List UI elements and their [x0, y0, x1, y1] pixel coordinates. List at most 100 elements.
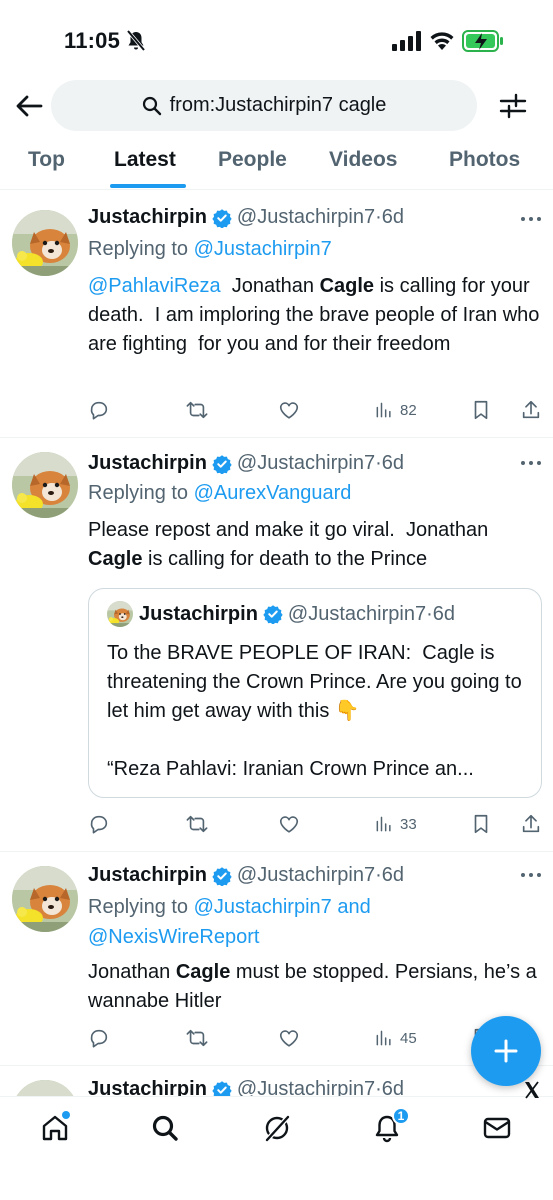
replying-to-2: @NexisWireReport — [88, 926, 259, 949]
reply-icon — [88, 1027, 110, 1049]
tweet-header: Justachirpin @Justachirpin7 · 6d — [88, 206, 404, 229]
quoted-text-paragraph: To the BRAVE PEOPLE OF IRAN: Cagle is th… — [107, 642, 528, 722]
tweet-text: Jonathan Cagle must be stopped. Persians… — [88, 958, 540, 1016]
repost-button[interactable] — [186, 398, 208, 422]
share-button[interactable] — [520, 398, 542, 422]
bookmark-button[interactable] — [470, 812, 492, 836]
replying-to-link[interactable]: @Justachirpin7 and — [194, 896, 371, 918]
views-chart-icon — [374, 814, 394, 834]
avatar[interactable] — [12, 210, 78, 276]
author-name[interactable]: Justachirpin — [88, 206, 207, 229]
signal-icon — [392, 31, 421, 51]
more-options-icon[interactable] — [520, 460, 542, 466]
dot-separator: · — [375, 452, 382, 474]
like-button[interactable] — [278, 398, 300, 422]
back-arrow-icon[interactable] — [14, 92, 44, 120]
quoted-text: To the BRAVE PEOPLE OF IRAN: Cagle is th… — [107, 639, 527, 784]
bookmark-icon — [470, 399, 492, 421]
tab-latest[interactable]: Latest — [114, 148, 176, 172]
search-tabs: Top Latest People Videos Photos — [0, 134, 553, 190]
text-part: Jonathan — [220, 275, 320, 297]
quoted-time: 6d — [432, 602, 455, 625]
reply-button[interactable] — [88, 1026, 110, 1050]
verified-badge-icon — [212, 866, 232, 886]
repost-button[interactable] — [186, 812, 208, 836]
tweet-header: Justachirpin @Justachirpin7 · 6d — [88, 864, 404, 887]
tab-top[interactable]: Top — [28, 148, 65, 172]
filter-settings-icon[interactable] — [498, 91, 528, 121]
more-options-icon[interactable] — [520, 216, 542, 222]
replying-prefix: Replying to — [88, 238, 194, 260]
share-button[interactable] — [520, 812, 542, 836]
more-options-icon[interactable] — [520, 872, 542, 878]
verified-badge-icon — [212, 208, 232, 228]
tweet-1[interactable]: Justachirpin @Justachirpin7 · 6d Replyin… — [0, 192, 553, 438]
replying-to: Replying to @Justachirpin7 and — [88, 896, 371, 919]
replying-to-link[interactable]: @Justachirpin7 — [194, 238, 332, 260]
close-x-icon[interactable] — [522, 1080, 542, 1100]
tweet-time: 6d — [381, 206, 404, 228]
tab-photos[interactable]: Photos — [449, 148, 520, 172]
views-button[interactable]: 82 — [374, 398, 417, 422]
plus-icon — [494, 1039, 518, 1063]
quoted-header: Justachirpin @Justachirpin7 · 6d — [107, 601, 455, 627]
like-button[interactable] — [278, 812, 300, 836]
battery-charging-icon — [462, 30, 503, 52]
repost-icon — [186, 1027, 208, 1049]
replying-prefix: Replying to — [88, 896, 194, 918]
home-notification-dot — [62, 1111, 70, 1119]
text-part: is calling for death to the Prince — [142, 548, 428, 570]
mention-link[interactable]: @PahlaviReza — [88, 275, 221, 297]
reply-button[interactable] — [88, 398, 110, 422]
avatar[interactable] — [12, 452, 78, 518]
views-count: 45 — [400, 1029, 417, 1047]
views-chart-icon — [374, 1028, 394, 1048]
text-part: Please repost and make it go viral. Jona… — [88, 519, 494, 541]
like-button[interactable] — [278, 1026, 300, 1050]
status-bar: 11:05 — [0, 0, 553, 80]
reply-icon — [88, 813, 110, 835]
quoted-avatar — [107, 601, 133, 627]
views-count: 33 — [400, 815, 417, 833]
repost-icon — [186, 399, 208, 421]
tweet-header: Justachirpin @Justachirpin7 · 6d — [88, 452, 404, 475]
tab-videos[interactable]: Videos — [329, 148, 397, 172]
tweet-text: Please repost and make it go viral. Jona… — [88, 516, 540, 574]
quoted-tweet[interactable]: Justachirpin @Justachirpin7 · 6d To the … — [88, 588, 542, 798]
tweet-text: @PahlaviReza Jonathan Cagle is calling f… — [88, 272, 540, 359]
bottom-navigation: 1 — [0, 1096, 553, 1200]
views-button[interactable]: 45 — [374, 1026, 417, 1050]
search-icon — [142, 96, 161, 115]
grok-icon[interactable] — [262, 1113, 292, 1143]
reply-button[interactable] — [88, 812, 110, 836]
status-time: 11:05 — [64, 28, 121, 53]
quoted-text-paragraph: “Reza Pahlavi: Iranian Crown Prince an..… — [107, 758, 474, 780]
replying-to-link[interactable]: @NexisWireReport — [88, 926, 259, 948]
avatar[interactable] — [12, 866, 78, 932]
repost-button[interactable] — [186, 1026, 208, 1050]
highlighted-term: Cagle — [88, 548, 143, 570]
replying-to-link[interactable]: @AurexVanguard — [194, 482, 352, 504]
tweet-2[interactable]: Justachirpin @Justachirpin7 · 6d Replyin… — [0, 438, 553, 852]
search-icon[interactable] — [150, 1113, 180, 1143]
quoted-author-handle: @Justachirpin7 — [287, 602, 427, 625]
views-chart-icon — [374, 400, 394, 420]
views-button[interactable]: 33 — [374, 812, 417, 836]
author-handle: @Justachirpin7 — [236, 206, 376, 228]
highlighted-term: Cagle — [175, 961, 231, 983]
replying-to: Replying to @Justachirpin7 — [88, 238, 332, 261]
author-name[interactable]: Justachirpin — [88, 864, 207, 887]
dot-separator: · — [375, 864, 382, 886]
compose-post-button[interactable] — [471, 1016, 541, 1086]
quoted-author-name: Justachirpin — [139, 602, 258, 625]
tab-people[interactable]: People — [218, 148, 287, 172]
replying-prefix: Replying to — [88, 482, 194, 504]
active-tab-indicator — [110, 184, 186, 188]
tweet-actions: 33 — [88, 812, 544, 838]
messages-envelope-icon[interactable] — [482, 1113, 512, 1143]
bell-muted-icon — [126, 30, 146, 52]
search-input[interactable]: from:Justachirpin7 cagle — [51, 80, 477, 131]
bookmark-button[interactable] — [470, 398, 492, 422]
author-name[interactable]: Justachirpin — [88, 452, 207, 475]
tweet-3[interactable]: Justachirpin @Justachirpin7 · 6d Replyin… — [0, 852, 553, 1066]
